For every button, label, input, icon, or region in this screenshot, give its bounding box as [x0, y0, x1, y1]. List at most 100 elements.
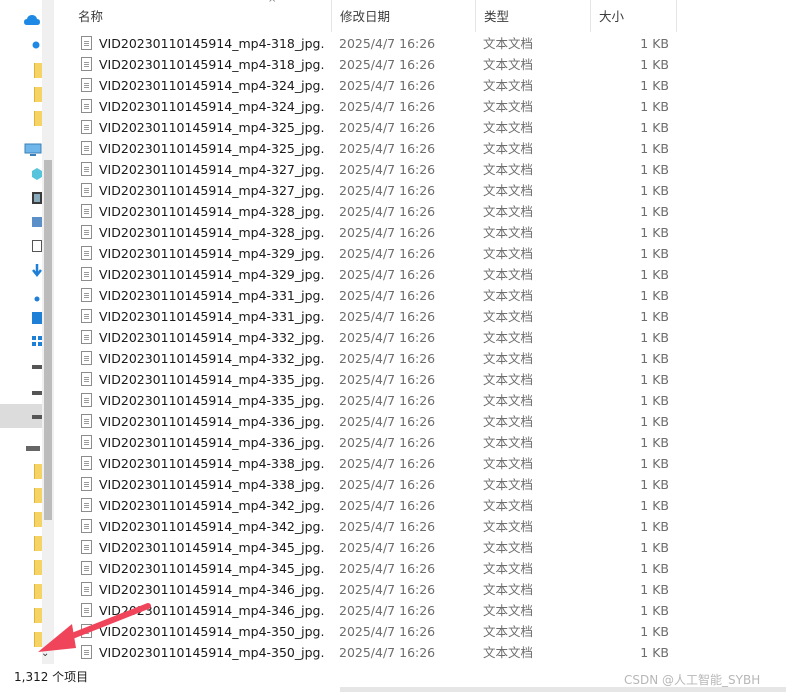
- file-row[interactable]: VID20230110145914_mp4-328_jpg.rf.... 2025…: [70, 222, 680, 243]
- 3d-objects-icon[interactable]: [32, 168, 42, 180]
- file-name[interactable]: VID20230110145914_mp4-335_jpg.rf....: [99, 369, 325, 390]
- file-size: 1 KB: [640, 351, 669, 366]
- video-icon[interactable]: [32, 192, 42, 204]
- nav-folder[interactable]: [34, 560, 42, 575]
- file-date: 2025/4/7 16:26: [339, 78, 436, 93]
- nav-scrollbar-thumb[interactable]: [44, 160, 52, 520]
- file-row[interactable]: VID20230110145914_mp4-324_jpg.rf.... 2025…: [70, 96, 680, 117]
- file-name[interactable]: VID20230110145914_mp4-331_jpg.rf....: [99, 306, 325, 327]
- file-row[interactable]: VID20230110145914_mp4-332_jpg.rf.... 2025…: [70, 348, 680, 369]
- file-name[interactable]: VID20230110145914_mp4-332_jpg.rf....: [99, 348, 325, 369]
- file-row[interactable]: VID20230110145914_mp4-327_jpg.rf.... 2025…: [70, 159, 680, 180]
- file-name[interactable]: VID20230110145914_mp4-342_jpg.rf....: [99, 516, 325, 537]
- file-name[interactable]: VID20230110145914_mp4-345_jpg.rf....: [99, 537, 325, 558]
- file-row[interactable]: VID20230110145914_mp4-342_jpg.rf.... 2025…: [70, 495, 680, 516]
- file-type: 文本文档: [483, 36, 534, 51]
- drive-icon[interactable]: [32, 364, 42, 370]
- file-row[interactable]: VID20230110145914_mp4-325_jpg.rf.... 2025…: [70, 117, 680, 138]
- file-name[interactable]: VID20230110145914_mp4-328_jpg.rf....: [99, 201, 325, 222]
- file-row[interactable]: VID20230110145914_mp4-346_jpg.rf.... 2025…: [70, 579, 680, 600]
- file-name[interactable]: VID20230110145914_mp4-332_jpg.rf....: [99, 327, 325, 348]
- file-name[interactable]: VID20230110145914_mp4-338_jpg.rf....: [99, 453, 325, 474]
- file-row[interactable]: VID20230110145914_mp4-329_jpg.rf.... 2025…: [70, 264, 680, 285]
- column-name-header[interactable]: 名称: [70, 0, 332, 32]
- desktop-icon[interactable]: [32, 312, 42, 324]
- file-name[interactable]: VID20230110145914_mp4-324_jpg.rf....: [99, 75, 325, 96]
- nav-folder[interactable]: [34, 584, 42, 599]
- file-name[interactable]: VID20230110145914_mp4-329_jpg.rf....: [99, 264, 325, 285]
- file-name[interactable]: VID20230110145914_mp4-318_jpg.rf....: [99, 54, 325, 75]
- file-row[interactable]: VID20230110145914_mp4-335_jpg.rf.... 2025…: [70, 369, 680, 390]
- column-date-header[interactable]: 修改日期: [332, 0, 476, 32]
- column-size-header[interactable]: 大小: [591, 0, 677, 32]
- file-name[interactable]: VID20230110145914_mp4-335_jpg.rf....: [99, 390, 325, 411]
- file-row[interactable]: VID20230110145914_mp4-346_jpg.rf.... 2025…: [70, 600, 680, 621]
- network-drive-icon[interactable]: [26, 445, 40, 453]
- file-row[interactable]: VID20230110145914_mp4-338_jpg.rf.... 2025…: [70, 453, 680, 474]
- file-name[interactable]: VID20230110145914_mp4-331_jpg.rf....: [99, 285, 325, 306]
- file-name[interactable]: VID20230110145914_mp4-346_jpg.rf....: [99, 579, 325, 600]
- file-name[interactable]: VID20230110145914_mp4-325_jpg.rf....: [99, 138, 325, 159]
- file-name[interactable]: VID20230110145914_mp4-338_jpg.rf....: [99, 474, 325, 495]
- file-row[interactable]: VID20230110145914_mp4-338_jpg.rf.... 2025…: [70, 474, 680, 495]
- drive-icon[interactable]: [32, 414, 42, 420]
- drive-icon[interactable]: [32, 390, 42, 396]
- file-row[interactable]: VID20230110145914_mp4-331_jpg.rf.... 2025…: [70, 285, 680, 306]
- file-date: 2025/4/7 16:26: [339, 603, 436, 618]
- file-size: 1 KB: [640, 435, 669, 450]
- file-date: 2025/4/7 16:26: [339, 435, 436, 450]
- onedrive-icon[interactable]: [24, 14, 40, 26]
- file-row[interactable]: VID20230110145914_mp4-335_jpg.rf.... 2025…: [70, 390, 680, 411]
- windows-drive-icon[interactable]: [32, 336, 42, 346]
- file-row[interactable]: VID20230110145914_mp4-329_jpg.rf.... 2025…: [70, 243, 680, 264]
- file-name[interactable]: VID20230110145914_mp4-345_jpg.rf....: [99, 558, 325, 579]
- file-row[interactable]: VID20230110145914_mp4-331_jpg.rf.... 2025…: [70, 306, 680, 327]
- file-name[interactable]: VID20230110145914_mp4-327_jpg.rf....: [99, 180, 325, 201]
- file-size: 1 KB: [640, 57, 669, 72]
- file-type: 文本文档: [483, 351, 534, 366]
- nav-folder[interactable]: [34, 536, 42, 551]
- file-text-icon: [81, 351, 92, 365]
- file-row[interactable]: VID20230110145914_mp4-332_jpg.rf.... 2025…: [70, 327, 680, 348]
- file-date: 2025/4/7 16:26: [339, 120, 436, 135]
- file-name[interactable]: VID20230110145914_mp4-336_jpg.rf....: [99, 411, 325, 432]
- file-row[interactable]: VID20230110145914_mp4-324_jpg.rf.... 2025…: [70, 75, 680, 96]
- file-name[interactable]: VID20230110145914_mp4-329_jpg.rf....: [99, 243, 325, 264]
- file-row[interactable]: VID20230110145914_mp4-336_jpg.rf.... 2025…: [70, 411, 680, 432]
- this-pc-icon[interactable]: [24, 143, 42, 157]
- nav-folder[interactable]: [34, 512, 42, 527]
- file-text-icon: [81, 330, 92, 344]
- nav-folder[interactable]: [34, 111, 42, 126]
- pictures-icon[interactable]: [32, 216, 42, 228]
- nav-folder[interactable]: [34, 63, 42, 78]
- file-name[interactable]: VID20230110145914_mp4-324_jpg.rf....: [99, 96, 325, 117]
- file-size: 1 KB: [640, 624, 669, 639]
- file-row[interactable]: VID20230110145914_mp4-345_jpg.rf.... 2025…: [70, 558, 680, 579]
- file-name[interactable]: VID20230110145914_mp4-325_jpg.rf....: [99, 117, 325, 138]
- file-row[interactable]: VID20230110145914_mp4-342_jpg.rf.... 2025…: [70, 516, 680, 537]
- file-row[interactable]: VID20230110145914_mp4-350_jpg.rf.... 2025…: [70, 642, 680, 663]
- file-row[interactable]: VID20230110145914_mp4-325_jpg.rf.... 2025…: [70, 138, 680, 159]
- file-name[interactable]: VID20230110145914_mp4-327_jpg.rf....: [99, 159, 325, 180]
- nav-folder[interactable]: [34, 488, 42, 503]
- file-row[interactable]: VID20230110145914_mp4-328_jpg.rf.... 2025…: [70, 201, 680, 222]
- file-row[interactable]: VID20230110145914_mp4-327_jpg.rf.... 2025…: [70, 180, 680, 201]
- file-row[interactable]: VID20230110145914_mp4-345_jpg.rf.... 2025…: [70, 537, 680, 558]
- documents-icon[interactable]: [32, 240, 42, 252]
- downloads-icon[interactable]: [32, 264, 42, 278]
- file-row[interactable]: VID20230110145914_mp4-318_jpg.rf.... 2025…: [70, 54, 680, 75]
- file-name[interactable]: VID20230110145914_mp4-318_jpg.rf....: [99, 33, 325, 54]
- file-row[interactable]: VID20230110145914_mp4-350_jpg.rf.... 2025…: [70, 621, 680, 642]
- file-text-icon: [81, 267, 92, 281]
- file-date: 2025/4/7 16:26: [339, 99, 436, 114]
- file-name[interactable]: VID20230110145914_mp4-342_jpg.rf....: [99, 495, 325, 516]
- music-icon[interactable]: [34, 294, 40, 302]
- file-row[interactable]: VID20230110145914_mp4-318_jpg.rf.... 2025…: [70, 33, 680, 54]
- file-text-icon: [81, 36, 92, 50]
- nav-folder[interactable]: [34, 464, 42, 479]
- file-row[interactable]: VID20230110145914_mp4-336_jpg.rf.... 2025…: [70, 432, 680, 453]
- nav-folder[interactable]: [34, 87, 42, 102]
- file-name[interactable]: VID20230110145914_mp4-336_jpg.rf....: [99, 432, 325, 453]
- file-name[interactable]: VID20230110145914_mp4-328_jpg.rf....: [99, 222, 325, 243]
- column-type-header[interactable]: 类型: [476, 0, 591, 32]
